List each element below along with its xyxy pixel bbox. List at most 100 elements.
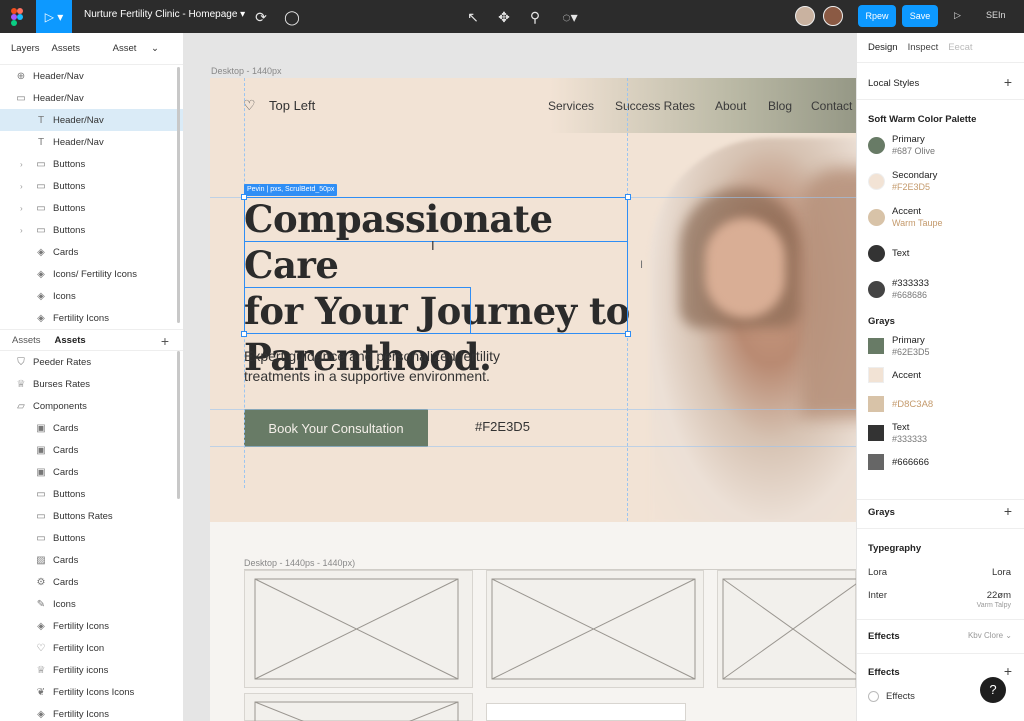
- style-name[interactable]: Primary: [892, 335, 925, 346]
- color-swatch[interactable]: [868, 245, 885, 262]
- add-icon[interactable]: +: [1004, 503, 1012, 519]
- color-swatch[interactable]: [868, 367, 884, 383]
- layer-row[interactable]: ▣ Cards: [0, 439, 183, 461]
- color-hex-label[interactable]: #F2E3D5: [475, 419, 530, 434]
- layer-row[interactable]: › ▭ Buttons: [0, 219, 183, 241]
- layer-row[interactable]: ▭ Buttons: [0, 527, 183, 549]
- font-value[interactable]: Lora: [992, 567, 1011, 578]
- color-swatch[interactable]: [868, 173, 885, 190]
- color-swatch[interactable]: [868, 281, 885, 298]
- color-swatch[interactable]: [868, 454, 884, 470]
- resize-handle[interactable]: [625, 331, 631, 337]
- layer-row[interactable]: ⛉ Peeder Rates: [0, 351, 183, 373]
- layer-row[interactable]: › ▭ Buttons: [0, 175, 183, 197]
- color-swatch[interactable]: [868, 425, 884, 441]
- tab-assets[interactable]: Assets: [52, 43, 81, 54]
- add-icon[interactable]: +: [1004, 74, 1012, 90]
- layer-row[interactable]: ♡ Fertility Icon: [0, 637, 183, 659]
- nav-link-services[interactable]: Services: [548, 99, 594, 113]
- layer-row[interactable]: › ▭ Buttons: [0, 153, 183, 175]
- layer-row[interactable]: ▭ Buttons: [0, 483, 183, 505]
- search-icon[interactable]: ⚲: [526, 8, 544, 26]
- layer-row[interactable]: ⚙ Cards: [0, 571, 183, 593]
- layer-row[interactable]: ✎ Icons: [0, 593, 183, 615]
- layer-row[interactable]: ⊕ Header/Nav: [0, 65, 183, 87]
- tab-eecat[interactable]: Eecat: [948, 42, 972, 53]
- save-button[interactable]: Save: [902, 5, 938, 27]
- layer-row[interactable]: ◈ Fertility Icons: [0, 615, 183, 637]
- figma-logo-icon[interactable]: [0, 0, 34, 33]
- font-name[interactable]: Inter: [868, 590, 887, 601]
- layer-row[interactable]: › ▭ Buttons: [0, 197, 183, 219]
- nav-link-contact[interactable]: Contact: [811, 99, 852, 113]
- style-name[interactable]: #666666: [892, 457, 929, 468]
- layer-row[interactable]: ♕ Burses Rates: [0, 373, 183, 395]
- style-name[interactable]: Text: [892, 248, 909, 259]
- assets-label[interactable]: Assets: [12, 335, 41, 346]
- layer-row[interactable]: ◈ Icons/ Fertility Icons: [0, 263, 183, 285]
- avatar[interactable]: [823, 6, 843, 26]
- tab-layers[interactable]: Layers: [11, 43, 40, 54]
- play-icon[interactable]: ▷: [954, 10, 961, 21]
- layer-row[interactable]: ▣ Cards: [0, 417, 183, 439]
- transform-icon[interactable]: ✥: [495, 8, 513, 26]
- pointer-icon[interactable]: ↖: [464, 8, 482, 26]
- color-swatch[interactable]: [868, 338, 884, 354]
- share-menu[interactable]: SEIn: [986, 10, 1006, 20]
- layers-scrollbar[interactable]: [177, 67, 180, 323]
- style-name[interactable]: Accent: [892, 370, 921, 381]
- file-name[interactable]: Nurture Fertility Clinic - Homepage ▾: [84, 9, 245, 20]
- frame-label[interactable]: Desktop - 1440ps - 1440px): [244, 558, 355, 568]
- avatar[interactable]: [795, 6, 815, 26]
- move-tool-button[interactable]: ▷ ▾: [36, 0, 72, 33]
- help-button[interactable]: ?: [980, 677, 1006, 703]
- layer-row[interactable]: ▣ Cards: [0, 461, 183, 483]
- chevron-right-icon[interactable]: ›: [20, 204, 30, 213]
- site-logo-text[interactable]: Top Left: [269, 98, 315, 113]
- chat-icon[interactable]: ◌▾: [557, 8, 583, 26]
- tab-design[interactable]: Design: [868, 42, 898, 53]
- nav-link-blog[interactable]: Blog: [768, 99, 792, 113]
- layer-row[interactable]: ❦ Fertility Icons Icons: [0, 681, 183, 703]
- chevron-right-icon[interactable]: ›: [20, 160, 30, 169]
- hero-subheadline[interactable]: Expert guidance and personalized fertili…: [244, 346, 554, 386]
- style-name[interactable]: Primary: [892, 134, 925, 145]
- color-swatch[interactable]: [868, 209, 885, 226]
- layer-row[interactable]: ▨ Cards: [0, 549, 183, 571]
- layer-row[interactable]: T Header/Nav: [0, 131, 183, 153]
- style-name[interactable]: #D8C3A8: [892, 399, 933, 410]
- resize-handle[interactable]: [625, 194, 631, 200]
- color-swatch[interactable]: [868, 396, 884, 412]
- book-consultation-button[interactable]: Book Your Consultation: [244, 409, 428, 447]
- card-placeholder[interactable]: [717, 570, 856, 688]
- effects-dropdown[interactable]: Kbv Clore ⌄: [968, 631, 1012, 640]
- color-swatch[interactable]: [868, 137, 885, 154]
- layer-row[interactable]: ◈ Cards: [0, 241, 183, 263]
- layer-row[interactable]: ♕ Fertility icons: [0, 659, 183, 681]
- card-placeholder[interactable]: [244, 570, 473, 688]
- effects-radio[interactable]: [868, 691, 879, 702]
- style-name[interactable]: #333333: [892, 278, 929, 289]
- chevron-right-icon[interactable]: ›: [20, 182, 30, 191]
- font-name[interactable]: Lora: [868, 567, 887, 578]
- assets-tab[interactable]: Assets: [55, 335, 86, 346]
- layer-row[interactable]: ◈ Fertility Icons: [0, 703, 183, 721]
- present-button[interactable]: Rpew: [858, 5, 896, 27]
- layer-row[interactable]: ◈ Fertility Icons: [0, 307, 183, 329]
- style-name[interactable]: Secondary: [892, 170, 937, 181]
- resize-handle[interactable]: [241, 194, 247, 200]
- asset-dropdown[interactable]: Asset ⌄: [113, 43, 171, 54]
- component-tool-icon[interactable]: ⟳: [252, 8, 270, 26]
- add-icon[interactable]: +: [1004, 663, 1012, 679]
- layer-row[interactable]: T Header/Nav: [0, 109, 183, 131]
- card-placeholder[interactable]: [244, 693, 473, 721]
- card-placeholder[interactable]: [486, 703, 686, 721]
- style-name[interactable]: Text: [892, 422, 909, 433]
- resize-handle[interactable]: [241, 331, 247, 337]
- chevron-right-icon[interactable]: ›: [20, 226, 30, 235]
- canvas[interactable]: Desktop - 1440px ♡ Top Left Services Suc…: [185, 33, 856, 721]
- comment-icon[interactable]: ◯: [283, 8, 301, 26]
- tab-inspect[interactable]: Inspect: [908, 42, 939, 53]
- layer-row[interactable]: ▭ Buttons Rates: [0, 505, 183, 527]
- font-value[interactable]: 22øm: [987, 590, 1011, 601]
